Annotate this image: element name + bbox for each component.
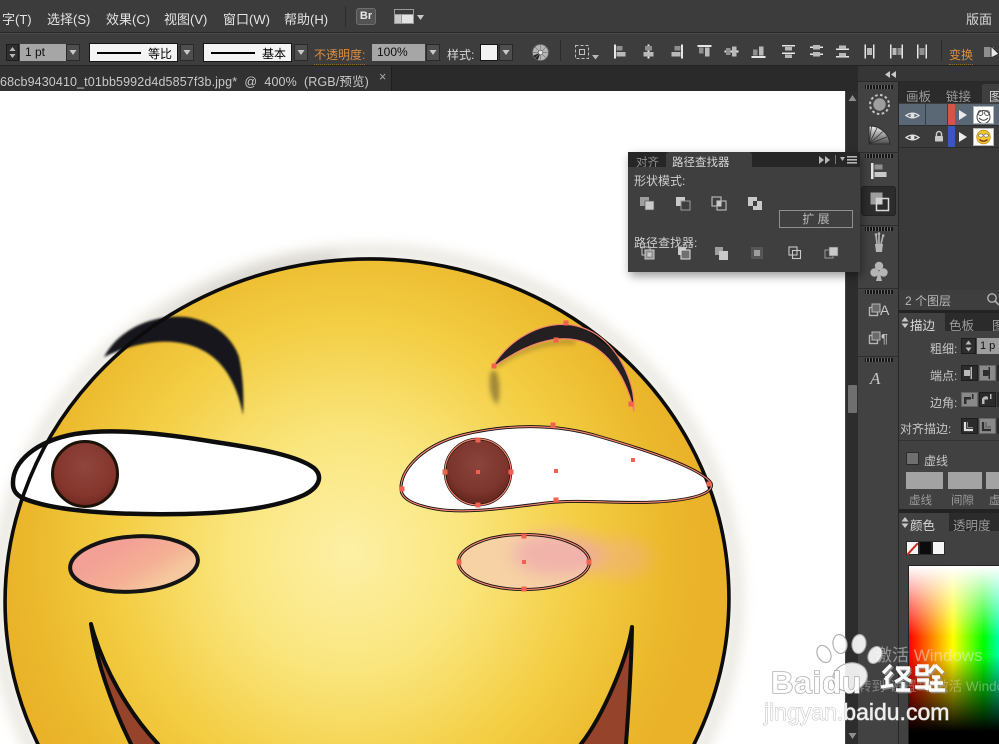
svg-text:Baidu: Baidu: [771, 665, 862, 700]
svg-text:jingyan.baidu.com: jingyan.baidu.com: [763, 699, 949, 725]
svg-text:A: A: [880, 302, 890, 318]
svg-text:A: A: [869, 369, 881, 388]
svg-text:激活 Windows: 激活 Windows: [875, 646, 983, 665]
svg-text:¶: ¶: [881, 331, 888, 346]
